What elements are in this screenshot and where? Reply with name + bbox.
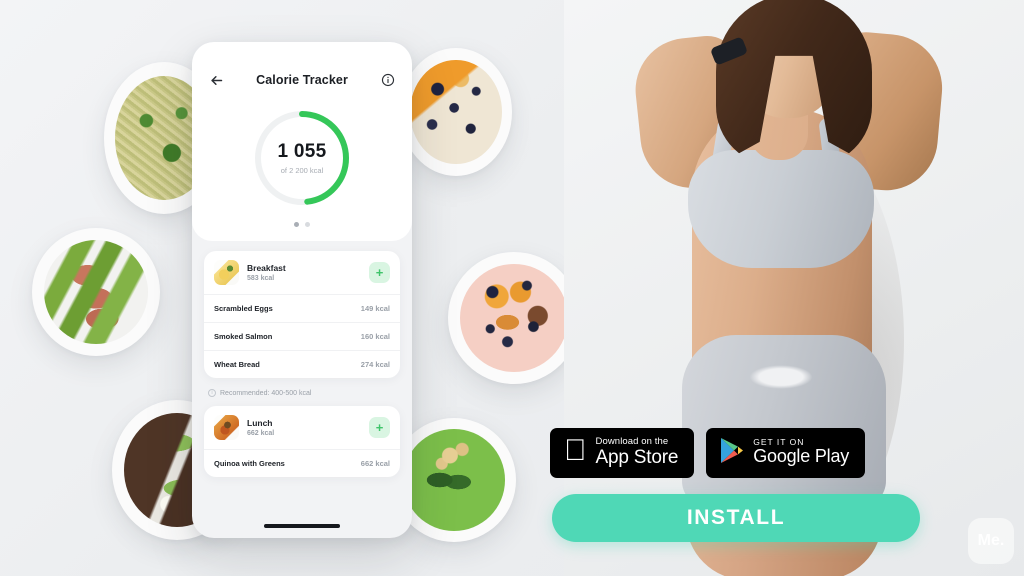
ring-center-text: 1 055 of 2 200 kcal: [250, 106, 354, 210]
pager-dot-2[interactable]: [305, 222, 310, 227]
google-play-line2: Google Play: [730, 446, 849, 467]
meal-header[interactable]: Lunch 662 kcal +: [204, 406, 400, 450]
promo-banner: Calorie Tracker 1 055 of 2 200 kcal Brea…: [0, 0, 1024, 576]
food-name: Scrambled Eggs: [214, 304, 273, 313]
food-item-row[interactable]: Smoked Salmon 160 kcal: [204, 323, 400, 351]
smoothie-food: [459, 263, 569, 373]
asparagus-food: [43, 239, 149, 345]
add-food-button-breakfast[interactable]: +: [369, 262, 390, 283]
app-store-line2: App Store: [573, 446, 679, 468]
brand-logo: Me.: [968, 518, 1014, 564]
pasta-bolognese-thumb: [214, 415, 239, 440]
food-kcal: 274 kcal: [360, 360, 390, 369]
app-store-text: Download on the App Store: [573, 435, 679, 469]
app-header: Calorie Tracker: [206, 68, 398, 92]
meal-title-block: Lunch 662 kcal: [247, 418, 274, 438]
calories-consumed: 1 055: [277, 140, 327, 162]
meals-list: Breakfast 583 kcal + Scrambled Eggs 149 …: [192, 241, 412, 477]
recommendation-note: i Recommended: 400-500 kcal: [204, 378, 400, 406]
meal-card-lunch: Lunch 662 kcal + Quinoa with Greens 662 …: [204, 406, 400, 477]
meal-title-block: Breakfast 583 kcal: [247, 263, 286, 283]
store-badges:  Download on the App Store GET IT ON Go…: [550, 428, 866, 478]
pager-dot-1[interactable]: [294, 222, 299, 227]
pager-dots[interactable]: [206, 222, 398, 227]
meal-header[interactable]: Breakfast 583 kcal +: [204, 251, 400, 295]
green-soup-food: [403, 429, 505, 531]
calorie-progress-ring: 1 055 of 2 200 kcal: [250, 106, 354, 210]
bacon-wrapped-asparagus-plate: [32, 228, 160, 356]
page-title: Calorie Tracker: [256, 73, 348, 87]
phone-mockup: Calorie Tracker 1 055 of 2 200 kcal Brea…: [192, 42, 412, 538]
oatmeal-berries-bowl: [400, 48, 512, 176]
model-sports-bra: [688, 150, 874, 268]
food-item-row[interactable]: Scrambled Eggs 149 kcal: [204, 295, 400, 323]
apple-logo-icon: : [564, 435, 587, 466]
model-shorts: [682, 335, 886, 507]
home-indicator: [264, 524, 340, 528]
food-name: Wheat Bread: [214, 360, 260, 369]
install-button[interactable]: INSTALL: [552, 494, 920, 542]
oatmeal-food: [410, 59, 502, 165]
google-play-icon: [720, 437, 744, 469]
google-play-text: GET IT ON Google Play: [730, 437, 849, 468]
app-store-line1: Download on the: [573, 435, 669, 447]
info-circle-icon: i: [208, 389, 216, 397]
food-item-row[interactable]: Wheat Bread 274 kcal: [204, 351, 400, 378]
food-kcal: 160 kcal: [360, 332, 390, 341]
calorie-goal-label: of 2 200 kcal: [280, 165, 324, 175]
meal-name: Lunch: [247, 417, 273, 428]
smoothie-bowl: [448, 252, 580, 384]
food-kcal: 662 kcal: [360, 459, 390, 468]
info-icon[interactable]: [378, 70, 398, 90]
food-name: Quinoa with Greens: [214, 459, 285, 468]
meal-name: Breakfast: [247, 262, 286, 273]
add-food-button-lunch[interactable]: +: [369, 417, 390, 438]
scrambled-eggs-thumb: [214, 260, 239, 285]
tracker-header-panel: Calorie Tracker 1 055 of 2 200 kcal: [192, 42, 412, 241]
meal-kcal: 662 kcal: [247, 430, 275, 438]
meal-kcal: 583 kcal: [247, 275, 275, 283]
app-store-badge[interactable]:  Download on the App Store: [550, 428, 695, 478]
food-item-row[interactable]: Quinoa with Greens 662 kcal: [204, 450, 400, 477]
fitness-model-photo: [564, 0, 1024, 576]
back-arrow-icon[interactable]: [206, 70, 226, 90]
google-play-badge[interactable]: GET IT ON Google Play: [706, 428, 866, 478]
food-kcal: 149 kcal: [360, 304, 390, 313]
recommendation-text: Recommended: 400-500 kcal: [220, 389, 312, 397]
meal-card-breakfast: Breakfast 583 kcal + Scrambled Eggs 149 …: [204, 251, 400, 378]
food-name: Smoked Salmon: [214, 332, 273, 341]
